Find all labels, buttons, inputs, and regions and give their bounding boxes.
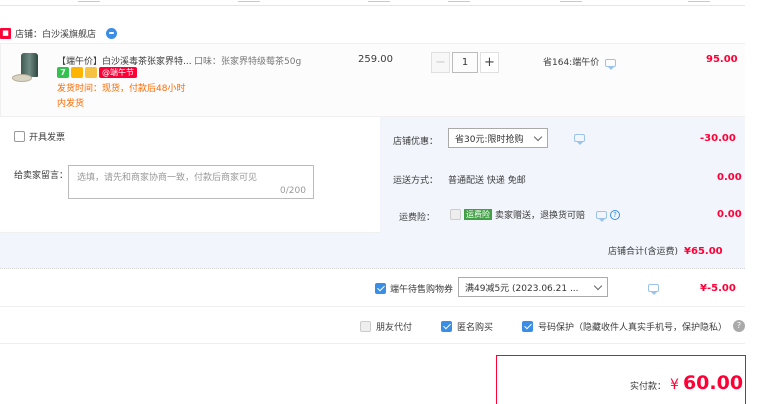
shop-total-amount: ¥65.00 — [684, 246, 723, 257]
anonymous-label: 匿名购买 — [457, 323, 494, 333]
coupon-checkbox[interactable] — [375, 283, 386, 294]
message-counter: 0/200 — [280, 186, 306, 196]
coupon-row: 端午待售购物券 — [375, 282, 453, 295]
chevron-down-icon — [593, 281, 603, 290]
payment-total: 实付款： ¥ 60.00 — [630, 372, 743, 394]
item-subtotal: 95.00 — [706, 54, 738, 65]
insurance-checkbox — [450, 209, 461, 220]
comment-icon[interactable] — [647, 284, 659, 295]
quantity-decrease-button[interactable]: − — [431, 52, 450, 73]
payment-amount: 60.00 — [682, 372, 744, 394]
insurance-tag: 运费险 — [464, 209, 492, 220]
invoice-checkbox[interactable] — [14, 131, 25, 142]
payment-label: 实付款： — [630, 382, 667, 392]
help-icon[interactable]: ? — [610, 209, 621, 220]
seven-day-return-icon: 7 — [57, 67, 69, 78]
divider — [0, 306, 745, 307]
shop-name-link[interactable]: 白沙溪旗舰店 — [42, 27, 96, 40]
guarantee-icon — [71, 67, 83, 78]
shop-total: 店铺合计(含运费) ¥65.00 — [608, 244, 723, 257]
item-title-link[interactable]: 【端午价】白沙溪毒茶张家界特... — [57, 54, 192, 67]
ship-time-line1: 发货时间：现货，付款后48小时 — [57, 84, 186, 94]
invoice-label: 开具发票 — [29, 133, 66, 143]
quantity-stepper: − 1 + — [431, 52, 499, 73]
header-tick — [560, 0, 582, 2]
promo-tag: @端午节 — [99, 67, 137, 78]
chevron-down-icon — [533, 132, 543, 141]
shop-label: 店铺： — [15, 29, 43, 40]
message-label: 给卖家留言： — [14, 171, 69, 181]
ship-time-line2: 内发货 — [57, 99, 85, 109]
help-icon[interactable]: ? — [733, 320, 745, 332]
divider — [0, 343, 745, 344]
privacy-row: 号码保护（隐藏收件人真实手机号，保护隐私） — [522, 320, 727, 333]
header-strip — [0, 0, 745, 6]
insurance-text: 卖家赠送，退换货可赔 — [495, 211, 586, 221]
friend-pay-label: 朋友代付 — [376, 323, 413, 333]
shop-total-label: 店铺合计(含运费) — [608, 247, 679, 257]
shop-discount-amount: -30.00 — [700, 133, 736, 144]
anonymous-checkbox[interactable] — [441, 321, 452, 332]
shipping-method: 普通配送 快递 免邮 — [448, 176, 526, 186]
unit-price: 259.00 — [358, 54, 393, 65]
shop-discount-select[interactable]: 省30元:限时抢购 — [448, 128, 548, 148]
shipping-amount: 0.00 — [717, 172, 742, 183]
store-icon: ■ — [0, 27, 11, 39]
item-badges: 7 @端午节 — [57, 67, 137, 78]
card-payment-icon — [85, 67, 97, 78]
header-tick — [448, 0, 470, 2]
shipping-label: 运送方式： — [393, 176, 439, 186]
insurance-amount: 0.00 — [717, 209, 742, 220]
chat-icon[interactable] — [106, 27, 118, 39]
shop-discount-value: 省30元:限时抢购 — [455, 134, 524, 145]
comment-icon[interactable] — [573, 134, 585, 145]
comment-icon[interactable] — [605, 59, 616, 70]
friend-pay-row: 朋友代付 — [360, 320, 412, 333]
payment-currency: ¥ — [670, 377, 679, 393]
coupon-amount: ¥-5.00 — [700, 283, 736, 294]
header-tick — [368, 0, 390, 2]
shop-row: ■ 店铺： 白沙溪旗舰店 — [0, 24, 118, 42]
seller-message-textarea[interactable]: 选填，请先和商家协商一致，付款后商家可见 — [68, 165, 314, 199]
coupon-select[interactable]: 满49减5元 (2023.06.21 ... — [458, 277, 608, 297]
shop-discount-label: 店铺优惠： — [393, 137, 439, 147]
invoice-row: 开具发票 — [14, 130, 65, 143]
coupon-label: 端午待售购物券 — [390, 285, 454, 295]
saving-text: 省164:端午价 — [543, 58, 600, 68]
anonymous-row: 匿名购买 — [441, 320, 493, 333]
comment-icon[interactable] — [596, 210, 608, 222]
header-tick — [78, 0, 100, 2]
quantity-increase-button[interactable]: + — [480, 52, 499, 73]
header-tick — [238, 0, 260, 2]
message-placeholder: 选填，请先和商家协商一致，付款后商家可见 — [77, 173, 258, 183]
privacy-checkbox[interactable] — [522, 321, 533, 332]
insurance-label: 运费险： — [399, 213, 436, 223]
product-thumbnail[interactable] — [12, 52, 40, 88]
header-tick — [688, 0, 710, 2]
quantity-input[interactable]: 1 — [452, 52, 478, 73]
insurance-row: 运费险 卖家赠送，退换货可赔 ? — [450, 208, 621, 222]
item-variant: 口味：张家界特级莓茶50g — [194, 57, 302, 67]
friend-pay-checkbox[interactable] — [360, 321, 371, 332]
coupon-value: 满49减5元 (2023.06.21 ... — [465, 283, 579, 294]
privacy-label: 号码保护（隐藏收件人真实手机号，保护隐私） — [538, 323, 728, 333]
